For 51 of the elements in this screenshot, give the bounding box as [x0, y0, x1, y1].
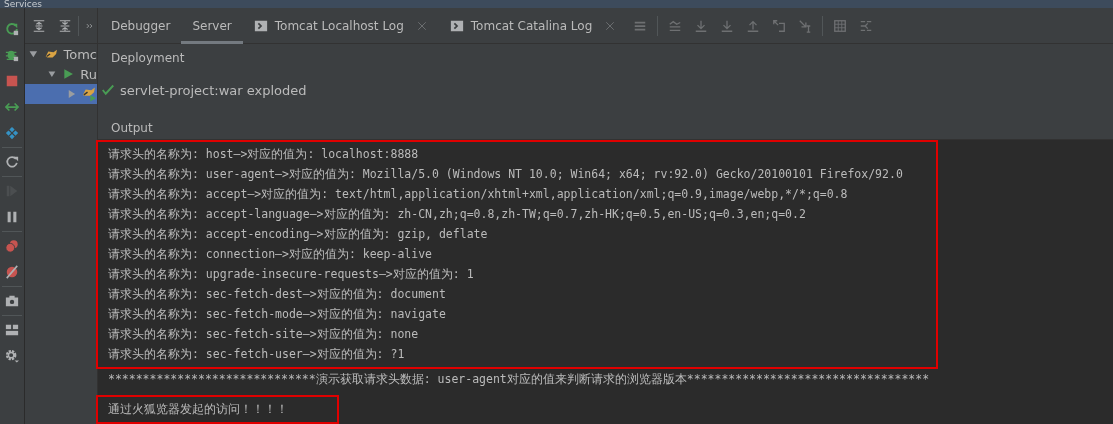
- expand-all-icon[interactable]: [32, 18, 46, 33]
- deployment-item[interactable]: servlet-project:war exploded: [120, 82, 307, 98]
- tab[interactable]: Tomcat Catalina Log: [438, 7, 604, 44]
- console-line: 通过火狐览器发起的访问！！！！: [108, 401, 289, 418]
- console-line: 请求头的名称为: connection—>对应的值为: keep-alive: [108, 246, 433, 263]
- console-line: ******************************演示获取请求头数据: user-agent对应的值来判断请求的浏览器版本***********************************: [108, 371, 931, 388]
- console-icon: [253, 18, 268, 33]
- camera-icon[interactable]: [5, 294, 19, 308]
- refresh-icon[interactable]: [5, 155, 19, 169]
- table-icon[interactable]: [833, 18, 848, 33]
- pause-icon[interactable]: [5, 210, 19, 224]
- diamonds-icon[interactable]: [5, 126, 19, 140]
- scroll-to-end-icon[interactable]: [668, 18, 683, 33]
- run-icon: [61, 66, 75, 82]
- close-icon[interactable]: [416, 20, 427, 31]
- close-icon[interactable]: [605, 20, 616, 31]
- settings-icon[interactable]: [5, 349, 19, 363]
- collapse-all-icon[interactable]: [58, 18, 72, 33]
- console-line: 请求头的名称为: host—>对应的值为: localhost:8888: [108, 146, 420, 163]
- download-icon[interactable]: [720, 18, 735, 33]
- collapsed-arrow-icon[interactable]: [67, 89, 77, 99]
- breakpoints-icon[interactable]: [5, 239, 19, 253]
- download-icon[interactable]: [694, 18, 709, 33]
- console-line: 请求头的名称为: upgrade-insecure-requests—>对应的值为: 1: [108, 266, 475, 283]
- console-line: 请求头的名称为: sec-fetch-dest—>对应的值为: document: [108, 286, 447, 303]
- mute-breakpoints-icon[interactable]: [5, 265, 19, 279]
- restore-icon[interactable]: [772, 18, 787, 33]
- compare-icon[interactable]: [859, 18, 874, 33]
- console-line: 请求头的名称为: sec-fetch-user—>对应的值为: ?1: [108, 346, 406, 363]
- console-line: 请求头的名称为: accept—>对应的值为: text/html,application/xhtml+xml,application/xml;q=0.9,image/webp,*/*;q=0.8: [108, 186, 849, 203]
- upload-icon[interactable]: [746, 18, 761, 33]
- console-line: 请求头的名称为: sec-fetch-mode—>对应的值为: navigate: [108, 306, 447, 323]
- tab[interactable]: Tomcat Localhost Log: [242, 7, 415, 44]
- section-header: Output: [110, 120, 154, 137]
- tree-item[interactable]: [25, 84, 97, 104]
- tree-item[interactable]: Ru: [25, 64, 97, 84]
- bug-icon[interactable]: [5, 48, 19, 62]
- tab[interactable]: Debugger: [100, 7, 182, 44]
- layout-icon[interactable]: [5, 323, 19, 337]
- deploy-icon[interactable]: [5, 100, 19, 114]
- window-title: Services: [0, 0, 1113, 8]
- tree-item[interactable]: Tomc: [25, 44, 97, 64]
- console-line: 请求头的名称为: sec-fetch-site—>对应的值为: none: [108, 326, 420, 343]
- stop-icon[interactable]: [5, 74, 19, 88]
- console-line: 请求头的名称为: accept-encoding—>对应的值为: gzip, deflate: [108, 226, 489, 243]
- console-line: 请求头的名称为: accept-language—>对应的值为: zh-CN,zh;q=0.8,zh-TW;q=0.7,zh-HK;q=0.5,en-US;q=0.3,en;q=0.2: [108, 206, 807, 223]
- cursor-icon[interactable]: [798, 18, 813, 33]
- console-icon: [449, 18, 464, 33]
- rerun-icon[interactable]: [5, 22, 19, 36]
- console-line: 请求头的名称为: user-agent—>对应的值为: Mozilla/5.0 (Windows NT 10.0; Win64; x64; rv:92.0) Gecko/20100101 Firefox/92.0: [108, 166, 904, 183]
- section-header: Deployment: [110, 50, 186, 67]
